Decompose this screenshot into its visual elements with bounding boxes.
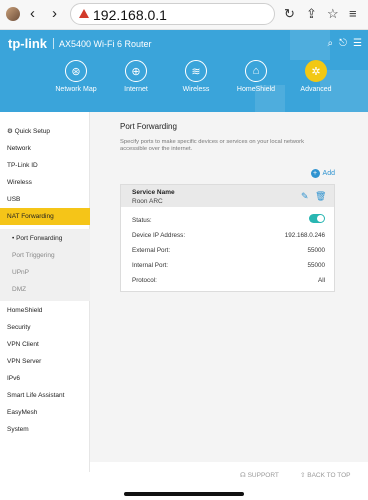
status-toggle[interactable] — [309, 214, 325, 223]
logout-icon[interactable]: ⎋ — [339, 38, 347, 49]
sidebar-subitem-port-triggering[interactable]: Port Triggering — [0, 247, 90, 264]
gear-icon: ✲ — [305, 60, 327, 82]
tab-homeshield[interactable]: ⌂ HomeShield — [226, 60, 286, 93]
shield-icon: ⌂ — [245, 60, 267, 82]
menu-icon[interactable]: ≡ — [349, 6, 357, 21]
url-text: 192.168.0.1 — [93, 7, 167, 23]
port-forwarding-entry-card: Service Name Roon ARC ✎ 🗑 Status: Device… — [120, 184, 335, 292]
sidebar-item-homeshield[interactable]: HomeShield — [0, 302, 90, 319]
footer: ☊ SUPPORT ⇧ BACK TO TOP — [90, 462, 368, 492]
sidebar-item-ipv6[interactable]: IPv6 — [0, 370, 90, 387]
sidebar-item-smart-life-assistant[interactable]: Smart Life Assistant — [0, 387, 90, 404]
edit-icon[interactable]: ✎ — [301, 191, 309, 202]
external-port-label: External Port: — [132, 247, 171, 254]
sidebar-item-label: Quick Setup — [14, 128, 51, 135]
internal-port-value: 55000 — [307, 262, 325, 269]
not-secure-warning-icon — [79, 9, 89, 18]
support-label: SUPPORT — [247, 472, 279, 479]
tab-advanced[interactable]: ✲ Advanced — [286, 60, 346, 93]
tab-network-map[interactable]: ⊛ Network Map — [46, 60, 106, 93]
brand-divider — [53, 38, 54, 49]
headset-icon: ☊ — [240, 472, 248, 479]
sidebar-item-easymesh[interactable]: EasyMesh — [0, 404, 90, 421]
protocol-value: All — [318, 277, 325, 284]
router-model: AX5400 Wi-Fi 6 Router — [59, 38, 152, 49]
back-icon[interactable]: ‹ — [30, 5, 35, 23]
status-label: Status: — [132, 217, 152, 224]
internal-port-row: Internal Port: 55000 — [132, 262, 325, 269]
tab-label: Advanced — [300, 86, 332, 93]
page-description: Specify ports to make specific devices o… — [120, 139, 304, 152]
device-ip-label: Device IP Address: — [132, 232, 186, 239]
tab-wireless[interactable]: ≋ Wireless — [166, 60, 226, 93]
sidebar: ⚙ Quick Setup Network TP-Link ID Wireles… — [0, 112, 90, 472]
add-button[interactable]: + Add — [310, 169, 335, 178]
add-label: Add — [322, 170, 335, 177]
tab-internet[interactable]: ⊕ Internet — [106, 60, 166, 93]
tab-label: Wireless — [182, 86, 210, 93]
profile-avatar[interactable] — [6, 7, 20, 21]
sidebar-item-network[interactable]: Network — [0, 140, 90, 157]
internal-port-label: Internal Port: — [132, 262, 169, 269]
support-link[interactable]: ☊ SUPPORT — [240, 471, 279, 479]
sidebar-item-label: Port Forwarding — [16, 235, 63, 242]
back-to-top-label: BACK TO TOP — [307, 472, 351, 479]
header-actions: ⌕ ⎋ ☰ — [328, 38, 363, 49]
sidebar-item-security[interactable]: Security — [0, 319, 90, 336]
device-ip-row: Device IP Address: 192.168.0.246 — [132, 232, 325, 239]
sidebar-item-usb[interactable]: USB — [0, 191, 90, 208]
brand: tp-link AX5400 Wi-Fi 6 Router — [8, 36, 152, 51]
search-icon[interactable]: ⌕ — [328, 38, 334, 49]
tab-label: Network Map — [55, 86, 97, 93]
sidebar-item-wireless[interactable]: Wireless — [0, 174, 90, 191]
plus-icon: + — [310, 169, 320, 178]
address-bar[interactable]: 192.168.0.1 — [70, 3, 275, 25]
sidebar-item-vpn-server[interactable]: VPN Server — [0, 353, 90, 370]
external-port-value: 55000 — [307, 247, 325, 254]
reload-icon[interactable]: ↻ — [284, 6, 295, 22]
forward-icon[interactable]: › — [52, 5, 57, 23]
main-content: Port Forwarding Specify ports to make sp… — [90, 112, 368, 462]
globe-icon: ⊕ — [125, 60, 147, 82]
service-name-header: Service Name — [132, 189, 175, 196]
user-icon[interactable]: ☰ — [353, 38, 362, 49]
service-name-value: Roon ARC — [132, 198, 163, 205]
sidebar-item-tp-link-id[interactable]: TP-Link ID — [0, 157, 90, 174]
gear-icon: ⚙ — [7, 128, 15, 135]
device-ip-value: 192.168.0.246 — [284, 232, 325, 239]
external-port-row: External Port: 55000 — [132, 247, 325, 254]
tab-label: HomeShield — [236, 86, 276, 93]
header-decoration — [290, 30, 330, 60]
sidebar-item-system[interactable]: System — [0, 421, 90, 438]
router-header: tp-link AX5400 Wi-Fi 6 Router ⌕ ⎋ ☰ ⊛ Ne… — [0, 30, 368, 112]
share-icon[interactable]: ⇪ — [306, 6, 317, 22]
sidebar-subitem-dmz[interactable]: DMZ — [0, 281, 90, 298]
protocol-row: Protocol: All — [132, 277, 325, 284]
sidebar-subitem-upnp[interactable]: UPnP — [0, 264, 90, 281]
sidebar-item-quick-setup[interactable]: ⚙ Quick Setup — [0, 123, 90, 140]
main-tabs: ⊛ Network Map ⊕ Internet ≋ Wireless ⌂ Ho… — [46, 60, 346, 93]
sidebar-item-nat-forwarding[interactable]: NAT Forwarding — [0, 208, 90, 225]
sidebar-item-vpn-client[interactable]: VPN Client — [0, 336, 90, 353]
tp-link-logo: tp-link — [8, 36, 47, 51]
sidebar-subitem-port-forwarding[interactable]: • Port Forwarding — [0, 230, 90, 247]
delete-icon[interactable]: 🗑 — [315, 191, 326, 202]
page-title: Port Forwarding — [120, 122, 177, 131]
status-row: Status: — [132, 214, 325, 224]
back-to-top-link[interactable]: ⇧ BACK TO TOP — [300, 471, 351, 479]
browser-toolbar: ‹ › 192.168.0.1 ↻ ⇪ ☆ ≡ — [0, 0, 368, 30]
tab-label: Internet — [124, 86, 148, 93]
wifi-icon: ≋ — [185, 60, 207, 82]
protocol-label: Protocol: — [132, 277, 157, 284]
network-map-icon: ⊛ — [65, 60, 87, 82]
bookmark-icon[interactable]: ☆ — [327, 6, 339, 22]
home-indicator — [124, 492, 244, 496]
